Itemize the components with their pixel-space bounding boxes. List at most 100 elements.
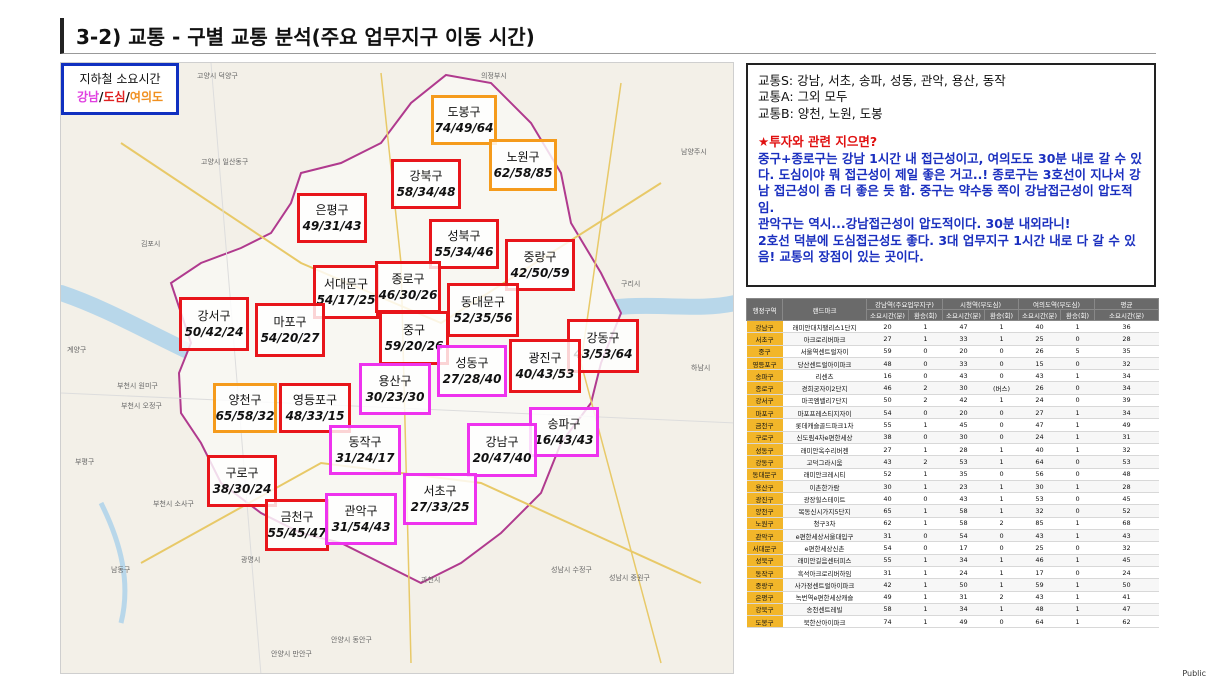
district-travel-times: 40/43/53 xyxy=(515,367,575,381)
district-cell: 성북구 xyxy=(746,554,783,567)
value-cell: 38 xyxy=(866,431,909,444)
value-cell: 62 xyxy=(1094,615,1159,629)
value-cell: 31 xyxy=(1094,431,1159,444)
district-box: 광진구 40/43/53 xyxy=(509,339,581,393)
value-cell: 1 xyxy=(1060,431,1095,444)
investment-note-1: 중구+종로구는 강남 1시간 내 접근성이고, 여의도도 30분 내로 갈 수 … xyxy=(758,150,1142,215)
district-name: 구로구 xyxy=(225,466,259,480)
value-cell: 1 xyxy=(984,394,1019,408)
landmark-cell: 서울역센트럴자이 xyxy=(782,345,867,358)
district-box: 마포구 54/20/27 xyxy=(255,303,325,357)
value-cell: 45 xyxy=(1094,492,1159,506)
value-cell: 48 xyxy=(1094,468,1159,481)
district-travel-times: 55/45/47 xyxy=(267,526,327,540)
place-label: 계양구 xyxy=(67,346,87,354)
value-cell: 65 xyxy=(866,504,909,518)
district-box: 동작구 31/24/17 xyxy=(329,425,401,475)
value-cell: 34 xyxy=(942,554,985,567)
place-label: 고양시 덕양구 xyxy=(197,72,238,80)
value-cell: 74 xyxy=(866,615,909,629)
value-cell: 1 xyxy=(984,332,1019,346)
landmark-cell: 북한산아이파크 xyxy=(782,615,867,629)
value-cell: 34 xyxy=(942,603,985,617)
district-name: 강남구 xyxy=(485,435,519,449)
value-cell: 31 xyxy=(942,591,985,604)
district-name: 송파구 xyxy=(547,417,581,431)
district-name: 종로구 xyxy=(391,272,425,286)
value-cell: 40 xyxy=(866,492,909,506)
value-cell: 40 xyxy=(1018,320,1061,334)
value-cell: 0 xyxy=(908,431,943,444)
value-cell: 1 xyxy=(984,443,1019,457)
value-cell: 1 xyxy=(908,554,943,567)
value-cell: 33 xyxy=(942,332,985,346)
value-cell: 1 xyxy=(984,480,1019,494)
district-cell: 송파구 xyxy=(746,369,783,383)
value-cell: 0 xyxy=(1060,455,1095,469)
table-row: 동작구 흑석아크로리버하임 31 1 24 1 17 0 24 xyxy=(746,566,1159,580)
value-cell: 46 xyxy=(866,381,909,395)
value-cell: 0 xyxy=(984,615,1019,629)
table-row: 마포구 마포프레스티지자이 54 0 20 0 27 1 34 xyxy=(746,406,1159,420)
legend-keys: 강남/도심/여의도 xyxy=(68,88,172,106)
district-cell: 용산구 xyxy=(746,480,783,494)
value-cell: 2 xyxy=(908,381,943,395)
district-name: 동대문구 xyxy=(460,295,506,309)
table-row: 광진구 광장힐스테이트 40 0 43 1 53 0 45 xyxy=(746,492,1159,506)
value-cell: 0 xyxy=(908,529,943,543)
value-cell: 0 xyxy=(1060,394,1095,408)
value-cell: 64 xyxy=(1018,615,1061,629)
place-label: 김포시 xyxy=(141,240,161,248)
place-label: 안양시 동안구 xyxy=(331,636,372,644)
value-cell: 53 xyxy=(1018,492,1061,506)
district-name: 강동구 xyxy=(586,331,620,345)
table-body: 강남구 래미안대치팰리스1단지 20 1 47 1 40 1 36 서초구 아크로리버파크 27 1 33… xyxy=(746,320,1159,629)
value-cell: 0 xyxy=(908,541,943,555)
value-cell: 43 xyxy=(1018,369,1061,383)
district-name: 마포구 xyxy=(273,315,307,329)
value-cell: 26 xyxy=(1018,381,1061,395)
table-row: 구로구 신도림4차e편한세상 38 0 30 0 24 1 31 xyxy=(746,431,1159,444)
legend-gangnam: 강남 xyxy=(76,90,100,104)
district-cell: 강북구 xyxy=(746,603,783,617)
place-label: 남양주시 xyxy=(681,148,707,156)
legend-box: 지하철 소요시간 강남/도심/여의도 xyxy=(61,63,179,115)
value-cell: 32 xyxy=(1018,504,1061,518)
value-cell: 0 xyxy=(908,345,943,358)
value-cell: 1 xyxy=(984,554,1019,567)
value-cell: 2 xyxy=(984,517,1019,531)
value-cell: 43 xyxy=(1094,529,1159,543)
classification-label: Public xyxy=(1182,669,1206,678)
district-cell: 동작구 xyxy=(746,566,783,580)
travel-time-table-wrap: 행정구역 랜드마크 강남역(주요업무지구) 시청역(부도심) 여의도역(부도심)… xyxy=(746,298,1160,670)
value-cell: 52 xyxy=(1094,504,1159,518)
landmark-cell: 고덕그라시움 xyxy=(782,455,867,469)
value-cell: 54 xyxy=(866,541,909,555)
district-travel-times: 62/58/85 xyxy=(493,166,553,180)
grade-s: 교통S: 강남, 서초, 송파, 성동, 관악, 용산, 동작 xyxy=(758,73,1006,88)
district-travel-times: 59/20/26 xyxy=(384,339,444,353)
value-cell: 1 xyxy=(1060,406,1095,420)
value-cell: 55 xyxy=(866,418,909,432)
district-cell: 종로구 xyxy=(746,381,783,395)
value-cell: 1 xyxy=(908,591,943,604)
table-row: 성북구 래미안길음센터피스 55 1 34 1 46 1 45 xyxy=(746,554,1159,567)
place-label: 하남시 xyxy=(691,364,711,372)
value-cell: 1 xyxy=(984,320,1019,334)
value-cell: 1 xyxy=(908,332,943,346)
district-cell: 마포구 xyxy=(746,406,783,420)
district-travel-times: 50/42/24 xyxy=(184,325,244,339)
value-cell: 1 xyxy=(1060,603,1095,617)
district-travel-times: 52/35/56 xyxy=(453,311,513,325)
grade-list: 교통S: 강남, 서초, 송파, 성동, 관악, 용산, 동작 교통A: 그외 … xyxy=(758,73,1144,122)
district-box: 서초구 27/33/25 xyxy=(403,473,477,525)
value-cell: 54 xyxy=(866,406,909,420)
district-box: 강남구 20/47/40 xyxy=(467,423,537,477)
value-cell: 34 xyxy=(1094,381,1159,395)
value-cell: 23 xyxy=(942,480,985,494)
value-cell: 45 xyxy=(942,418,985,432)
legend-title: 지하철 소요시간 xyxy=(79,72,161,86)
value-cell: 50 xyxy=(866,394,909,408)
landmark-cell: e편한세상서울대입구 xyxy=(782,529,867,543)
value-cell: 64 xyxy=(1018,455,1061,469)
